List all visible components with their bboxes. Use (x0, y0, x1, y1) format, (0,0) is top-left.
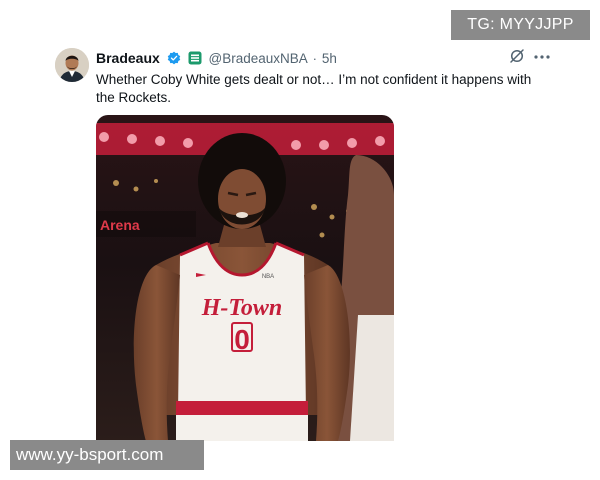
jersey-wordmark: H-Town (201, 295, 282, 321)
jersey-number: 0 (234, 324, 250, 355)
grok-icon[interactable] (509, 48, 525, 64)
tweet-header: Bradeaux @BradeauxNBA · 5h (96, 49, 551, 69)
tweet-text: Whether Coby White gets dealt or not… I’… (96, 72, 532, 105)
arena-sign-text: Arena (100, 217, 140, 233)
watermark-bottom: www.yy-bsport.com (10, 440, 204, 470)
affiliate-badge-icon (188, 51, 202, 65)
jersey-logo: NBA (262, 274, 274, 280)
more-options-icon[interactable] (534, 55, 550, 59)
timestamp[interactable]: 5h (322, 51, 337, 66)
tweet-media-image[interactable]: Arena H-Town 0 NBA (96, 115, 394, 441)
display-name[interactable]: Bradeaux (96, 50, 160, 66)
separator-dot: · (312, 51, 317, 66)
handle[interactable]: @BradeauxNBA (208, 51, 307, 66)
watermark-top: TG: MYYJJPP (451, 10, 590, 40)
verified-badge-icon (167, 51, 180, 65)
avatar[interactable] (55, 48, 89, 82)
